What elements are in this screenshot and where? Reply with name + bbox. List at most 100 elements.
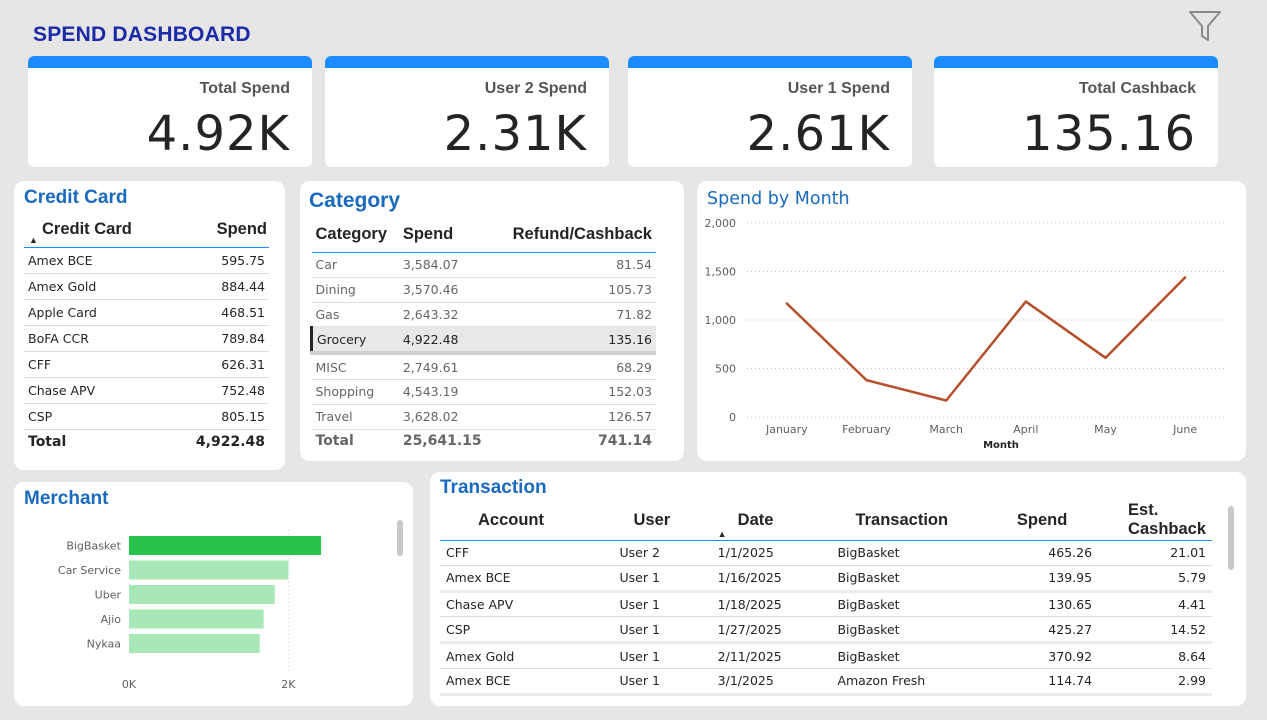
table-row[interactable]: Amex BCE 595.75 [24,247,269,274]
cell-date: 1/1/2025 [711,540,832,566]
cell-spend: 465.26 [986,540,1099,566]
y-tick-label: 1,000 [705,314,737,327]
cell-date: 1/27/2025 [711,616,832,645]
table-row[interactable]: Gas 2,643.32 71.82 [311,302,656,328]
column-header-account[interactable]: Account [440,500,614,541]
card-spend: 805.15 [167,403,269,430]
card-spend: 752.48 [167,377,269,404]
category-name: Travel [311,404,399,430]
page-title: SPEND DASHBOARD [33,23,251,46]
transaction-scrollbar[interactable] [1228,506,1234,570]
cell-account: CSP [440,616,614,645]
table-row[interactable]: Chase APV User 1 1/18/2025 BigBasket 130.65 4… [440,591,1212,618]
cell-transaction: Amazon Fresh [831,668,987,696]
kpi-accent-bar [28,56,312,68]
credit-card-panel: Credit Card Credit Card ▲ Spend Amex BCE… [14,181,285,470]
cell-spend: 130.65 [986,591,1099,618]
kpi-label: User 2 Spend [484,80,587,97]
category-cashback: 105.73 [494,277,656,303]
card-spend: 468.51 [167,299,269,326]
data-point [1183,276,1187,279]
table-row[interactable]: CSP 805.15 [24,403,269,430]
card-name: CSP [24,403,168,430]
category-spend: 2,643.32 [398,302,495,328]
y-tick-label: 2,000 [705,217,737,230]
table-row[interactable]: BoFA CCR 789.84 [24,325,269,352]
table-row[interactable]: Amex Gold 884.44 [24,273,269,300]
cell-user: User 1 [613,591,712,618]
filter-icon[interactable] [1188,10,1224,44]
table-row[interactable]: CFF 626.31 [24,351,269,378]
column-header-transaction[interactable]: Transaction [831,500,987,541]
cell-account: Amex BCE [440,668,614,696]
merchant-chart[interactable]: BigBasket Car Service Uber Ajio Nykaa 0K 2K [14,482,394,706]
category-spend: 4,543.19 [398,379,495,405]
column-header-refund-cashback[interactable]: Refund/Cashback [494,216,656,253]
cell-user: User 1 [613,565,712,593]
column-header-label: Credit Card [42,219,132,238]
cell-spend: 139.95 [986,565,1099,593]
merchant-bar [129,560,289,580]
x-tick-label: June [1172,423,1197,436]
cell-cashback: 2.99 [1098,668,1212,696]
table-row[interactable]: Car 3,584.07 81.54 [311,252,656,278]
category-name: Gas [311,302,399,328]
column-header-date[interactable]: Date ▲ [711,500,832,541]
sort-ascending-icon: ▲ [29,235,38,245]
table-row[interactable]: Travel 3,628.02 126.57 [311,404,656,430]
merchant-scrollbar[interactable] [397,520,403,556]
cell-cashback: 5.79 [1098,565,1212,593]
column-header-spend[interactable]: Spend [398,216,495,253]
card-name: Amex Gold [24,273,168,300]
cell-date: 1/18/2025 [711,591,832,618]
table-row[interactable]: MISC 2,749.61 68.29 [311,353,656,380]
cell-transaction: BigBasket [831,540,987,566]
table-row[interactable]: Apple Card 468.51 [24,299,269,326]
card-name: BoFA CCR [24,325,168,352]
spend-by-month-chart[interactable]: 0 500 1,000 1,500 2,000 January February March A… [697,181,1246,461]
category-cashback: 71.82 [494,302,656,328]
category-spend: 3,584.07 [398,252,495,278]
cell-transaction: BigBasket [831,591,987,618]
table-row[interactable]: Amex BCE User 1 3/1/2025 Amazon Fresh 114.74… [440,668,1212,696]
category-name: Car [311,252,399,278]
total-label: Total [24,429,168,454]
table-row[interactable]: Chase APV 752.48 [24,377,269,404]
data-point [1104,356,1107,360]
card-spend: 595.75 [167,247,269,274]
cell-account: Amex Gold [440,642,614,669]
category-name: MISC [311,353,399,380]
column-header-category[interactable]: Category [311,216,399,253]
table-row[interactable]: Shopping 4,543.19 152.03 [311,379,656,405]
category-spend: 3,628.02 [398,404,495,430]
category-spend: 4,922.48 [398,326,495,356]
column-header-credit-card[interactable]: Credit Card ▲ [24,211,168,248]
total-label: Total [311,428,399,454]
column-header-spend[interactable]: Spend [167,211,269,248]
x-tick-label: January [765,423,808,436]
category-table: Category Spend Refund/Cashback Car 3,584.… [309,216,656,454]
table-row[interactable]: Dining 3,570.46 105.73 [311,277,656,303]
table-row[interactable]: CSP User 1 1/27/2025 BigBasket 425.27 14.52 [440,616,1212,645]
table-row[interactable]: Amex BCE User 1 1/16/2025 BigBasket 139.95 5.… [440,565,1212,593]
merchant-bar [129,634,260,653]
column-header-spend[interactable]: Spend [986,500,1099,541]
merchant-label: Car Service [58,564,121,577]
cell-date: 3/1/2025 [711,668,832,696]
category-spend: 3,570.46 [398,277,495,303]
total-row: Total 4,922.48 [24,429,269,454]
x-tick-label: February [842,423,891,436]
kpi-label: User 1 Spend [787,80,890,97]
transaction-title: Transaction [440,477,547,498]
transaction-table: Account User Date ▲ Transaction Spend Es… [440,500,1212,696]
column-header-user[interactable]: User [613,500,712,541]
table-row[interactable]: CFF User 2 1/1/2025 BigBasket 465.26 21.01 [440,540,1212,566]
merchant-bar [129,585,275,604]
table-row[interactable]: Amex Gold User 1 2/11/2025 BigBasket 370.92 8… [440,642,1212,669]
column-header-est-cashback[interactable]: Est. Cashback [1098,500,1212,541]
cell-user: User 2 [613,540,712,566]
merchant-bar [129,609,264,629]
card-spend: 789.84 [167,325,269,352]
table-row-selected[interactable]: Grocery 4,922.48 135.16 [309,326,656,356]
merchant-label: Uber [95,589,122,602]
